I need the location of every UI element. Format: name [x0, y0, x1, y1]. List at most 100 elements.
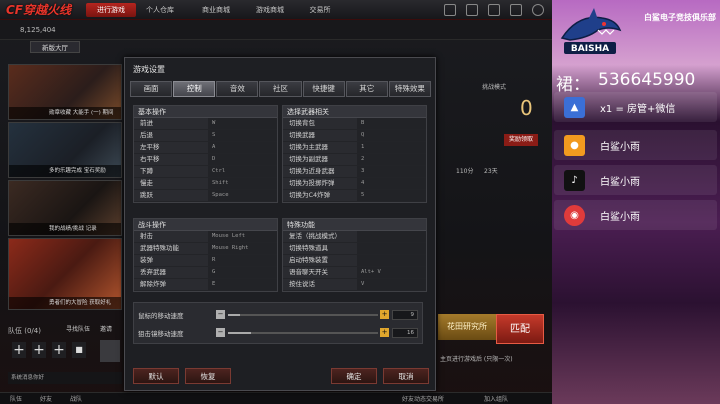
event-banner[interactable]: 我的战绩/挑战 记录 — [8, 180, 122, 236]
key-value[interactable]: W — [208, 118, 277, 129]
slider-value[interactable]: 9 — [392, 310, 418, 320]
tab-hotkeys[interactable]: 快捷键 — [302, 81, 345, 97]
keybind-row[interactable]: 切换武器 Q — [283, 130, 426, 142]
add-member-button[interactable]: + — [12, 342, 26, 358]
menu-icon[interactable] — [510, 4, 522, 16]
key-value[interactable]: Mouse Left — [208, 231, 277, 242]
key-value[interactable]: 1 — [357, 142, 426, 153]
slider-track[interactable] — [228, 314, 378, 316]
key-value[interactable]: S — [208, 130, 277, 141]
key-value[interactable]: A — [208, 142, 277, 153]
key-value[interactable]: Q — [357, 130, 426, 141]
match-button[interactable]: 匹配 — [496, 314, 544, 344]
keybind-row[interactable]: 射击 Mouse Left — [134, 231, 277, 243]
mail-icon[interactable] — [488, 4, 500, 16]
nav-tab-trade[interactable]: 交易所 — [302, 3, 338, 17]
key-value[interactable]: D — [208, 154, 277, 165]
keybind-row[interactable]: 前进 W — [134, 118, 277, 130]
key-value[interactable]: Alt+ V — [357, 267, 426, 278]
keybind-row[interactable]: 按住说话 V — [283, 279, 426, 291]
keybind-row[interactable]: 切换为近身武器 3 — [283, 166, 426, 178]
key-value[interactable]: G — [208, 267, 277, 278]
chat-input[interactable]: 系统消息你好 — [8, 372, 122, 384]
key-value[interactable]: 5 — [357, 190, 426, 201]
avatar[interactable] — [100, 340, 120, 362]
bottom-item[interactable]: 加入组队 — [484, 394, 508, 403]
settings-icon[interactable] — [444, 4, 456, 16]
keybind-row[interactable]: 左平移 A — [134, 142, 277, 154]
keybind-row[interactable]: 丢弃武器 G — [134, 267, 277, 279]
lobby-tab[interactable]: 新版大厅 — [30, 41, 80, 53]
key-value[interactable]: Shift — [208, 178, 277, 189]
bottom-item[interactable]: 好友动态交易所 — [402, 394, 444, 403]
keybind-row[interactable]: 复活（挑战模式） — [283, 231, 426, 243]
key-value[interactable]: Ctrl — [208, 166, 277, 177]
keybind-row[interactable]: 装弹 R — [134, 255, 277, 267]
keybind-row[interactable]: 跳跃 Space — [134, 190, 277, 202]
scope-speed-slider[interactable]: 狙击镜移动速度 − + 16 — [134, 326, 424, 340]
decrease-button[interactable]: − — [216, 328, 225, 337]
invite-button[interactable]: 邀请 — [96, 324, 116, 336]
restore-button[interactable]: 恢复 — [185, 368, 231, 384]
keybind-row[interactable]: 解除炸弹 E — [134, 279, 277, 291]
key-value[interactable]: 2 — [357, 154, 426, 165]
key-value[interactable] — [357, 243, 426, 254]
add-member-button[interactable]: + — [32, 342, 46, 358]
keybind-row[interactable]: 切换为主武器 1 — [283, 142, 426, 154]
key-value[interactable] — [357, 231, 426, 242]
find-team-button[interactable]: 寻找队伍 — [62, 324, 94, 336]
key-value[interactable]: V — [357, 279, 426, 290]
cancel-button[interactable]: 取消 — [383, 368, 429, 384]
shield-icon[interactable] — [466, 4, 478, 16]
tab-graphics[interactable]: 画面 — [130, 81, 173, 97]
key-value[interactable] — [357, 255, 426, 266]
key-value[interactable]: B — [357, 118, 426, 129]
keybind-row[interactable]: 切换为副武器 2 — [283, 154, 426, 166]
tab-special-effects[interactable]: 特殊效果 — [388, 81, 431, 97]
event-banner[interactable]: 勇者们的大冒险 获取好礼 — [8, 238, 122, 310]
nav-tab-play[interactable]: 进行游戏 — [86, 3, 136, 17]
keybind-row[interactable]: 切换背包 B — [283, 118, 426, 130]
lock-icon[interactable]: ■ — [72, 342, 86, 358]
mouse-speed-slider[interactable]: 鼠标的移动速度 − + 9 — [134, 308, 424, 322]
bottom-item[interactable]: 队伍 — [10, 394, 22, 403]
ok-button[interactable]: 确定 — [331, 368, 377, 384]
bottom-item[interactable]: 好友 — [40, 394, 52, 403]
prize-button[interactable]: 奖励领取 — [504, 134, 538, 146]
increase-button[interactable]: + — [380, 310, 389, 319]
key-value[interactable]: 3 — [357, 166, 426, 177]
decrease-button[interactable]: − — [216, 310, 225, 319]
keybind-row[interactable]: 切换为投掷炸弹 4 — [283, 178, 426, 190]
event-banner[interactable]: 勋章收藏 大能手 (一) 期间 — [8, 64, 122, 120]
key-value[interactable]: R — [208, 255, 277, 266]
nav-tab-inventory[interactable]: 个人仓库 — [140, 3, 180, 17]
keybind-row[interactable]: 后退 S — [134, 130, 277, 142]
keybind-row[interactable]: 武器特殊功能 Mouse Right — [134, 243, 277, 255]
key-value[interactable]: 4 — [357, 178, 426, 189]
keybind-row[interactable]: 语音聊天开关 Alt+ V — [283, 267, 426, 279]
power-icon[interactable] — [532, 4, 544, 16]
nav-tab-shop[interactable]: 游戏商城 — [250, 3, 290, 17]
keybind-row[interactable]: 慢走 Shift — [134, 178, 277, 190]
key-value[interactable]: E — [208, 279, 277, 290]
nav-tab-commerce[interactable]: 商业商城 — [196, 3, 236, 17]
key-value[interactable]: Space — [208, 190, 277, 201]
tab-other[interactable]: 其它 — [345, 81, 388, 97]
slider-value[interactable]: 16 — [392, 328, 418, 338]
tab-community[interactable]: 社区 — [259, 81, 302, 97]
keybind-row[interactable]: 启动特殊装置 — [283, 255, 426, 267]
increase-button[interactable]: + — [380, 328, 389, 337]
add-member-button[interactable]: + — [52, 342, 66, 358]
tab-sound[interactable]: 音效 — [216, 81, 259, 97]
lab-banner[interactable]: 花田研究所 — [438, 314, 496, 340]
default-button[interactable]: 默认 — [133, 368, 179, 384]
key-value[interactable]: Mouse Right — [208, 243, 277, 254]
keybind-row[interactable]: 切换特殊道具 — [283, 243, 426, 255]
keybind-row[interactable]: 右平移 D — [134, 154, 277, 166]
event-banner[interactable]: 多的乐趣完成 宝石奖励 — [8, 122, 122, 178]
bottom-item[interactable]: 战队 — [70, 394, 82, 403]
tab-controls[interactable]: 控制 — [173, 81, 216, 97]
keybind-row[interactable]: 下蹲 Ctrl — [134, 166, 277, 178]
keybind-row[interactable]: 切换为C4炸弹 5 — [283, 190, 426, 202]
slider-track[interactable] — [228, 332, 378, 334]
